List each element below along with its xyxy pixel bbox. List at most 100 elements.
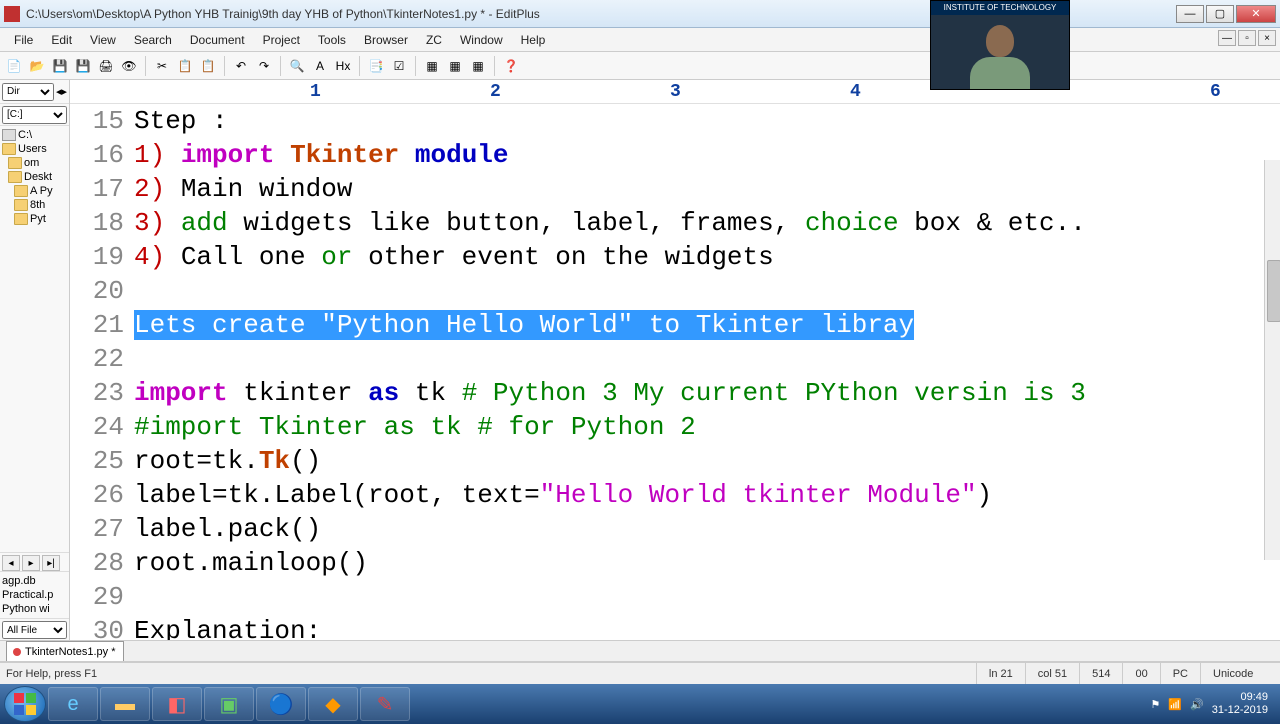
code-line[interactable]: 1) import Tkinter module bbox=[134, 138, 1280, 172]
code-line[interactable]: 3) add widgets like button, label, frame… bbox=[134, 206, 1280, 240]
sidebar-next-icon[interactable]: ▸ bbox=[61, 85, 67, 98]
line-number: 27 bbox=[70, 512, 124, 546]
toolbar-button[interactable]: 🖨 bbox=[96, 56, 116, 76]
toolbar-button[interactable]: 📄 bbox=[4, 56, 24, 76]
code-content[interactable]: Step :1) import Tkinter module2) Main wi… bbox=[134, 104, 1280, 640]
close-button[interactable]: ✕ bbox=[1236, 5, 1276, 23]
filter-dropdown[interactable]: All File bbox=[2, 621, 67, 639]
editor: 12346 15161718192021222324252627282930 S… bbox=[70, 80, 1280, 640]
nav-left-button[interactable]: ◂ bbox=[2, 555, 20, 571]
tray-network-icon[interactable]: 📶 bbox=[1168, 698, 1182, 711]
toolbar-button[interactable]: ↶ bbox=[231, 56, 251, 76]
drive-dropdown[interactable]: [C:] bbox=[2, 106, 67, 124]
toolbar-button[interactable]: 👁 bbox=[119, 56, 139, 76]
start-button[interactable] bbox=[4, 686, 46, 722]
minimize-button[interactable]: — bbox=[1176, 5, 1204, 23]
tree-item[interactable]: om bbox=[2, 156, 67, 170]
system-tray[interactable]: ⚑ 📶 🔊 09:49 31-12-2019 bbox=[1150, 691, 1276, 717]
document-tab-active[interactable]: TkinterNotes1.py * bbox=[6, 641, 124, 661]
code-line[interactable]: 4) Call one or other event on the widget… bbox=[134, 240, 1280, 274]
maximize-button[interactable]: ▢ bbox=[1206, 5, 1234, 23]
menu-file[interactable]: File bbox=[6, 31, 41, 49]
code-line[interactable] bbox=[134, 580, 1280, 614]
code-line[interactable]: import tkinter as tk # Python 3 My curre… bbox=[134, 376, 1280, 410]
file-item[interactable]: agp.db bbox=[2, 574, 67, 588]
toolbar-button[interactable]: 📑 bbox=[366, 56, 386, 76]
code-line[interactable]: label=tk.Label(root, text="Hello World t… bbox=[134, 478, 1280, 512]
toolbar-button[interactable]: 💾 bbox=[50, 56, 70, 76]
tree-item-label: Deskt bbox=[24, 171, 52, 183]
tray-clock[interactable]: 09:49 31-12-2019 bbox=[1212, 691, 1268, 717]
menu-window[interactable]: Window bbox=[452, 31, 511, 49]
vertical-scrollbar[interactable] bbox=[1264, 160, 1280, 560]
menu-search[interactable]: Search bbox=[126, 31, 180, 49]
code-area[interactable]: 15161718192021222324252627282930 Step :1… bbox=[70, 104, 1280, 640]
tray-time: 09:49 bbox=[1212, 691, 1268, 704]
task-ie[interactable]: e bbox=[48, 687, 98, 721]
dir-dropdown[interactable]: Dir bbox=[2, 83, 54, 101]
toolbar-button[interactable]: 📋 bbox=[175, 56, 195, 76]
code-line[interactable]: Lets create "Python Hello World" to Tkin… bbox=[134, 308, 1280, 342]
code-line[interactable]: #import Tkinter as tk # for Python 2 bbox=[134, 410, 1280, 444]
menu-project[interactable]: Project bbox=[255, 31, 308, 49]
menu-view[interactable]: View bbox=[82, 31, 124, 49]
toolbar-button[interactable]: 📋 bbox=[198, 56, 218, 76]
menu-tools[interactable]: Tools bbox=[310, 31, 354, 49]
toolbar-button[interactable]: 💾 bbox=[73, 56, 93, 76]
nav-end-button[interactable]: ▸| bbox=[42, 555, 60, 571]
menu-browser[interactable]: Browser bbox=[356, 31, 416, 49]
toolbar-button[interactable]: ▦ bbox=[468, 56, 488, 76]
sidebar-filter: All File bbox=[0, 618, 69, 640]
toolbar-button[interactable]: 📂 bbox=[27, 56, 47, 76]
sidebar-prev-icon[interactable]: ◂ bbox=[54, 85, 62, 98]
status-bar: For Help, press F1 ln 21 col 51 514 00 P… bbox=[0, 662, 1280, 684]
toolbar-button[interactable]: 🔍 bbox=[287, 56, 307, 76]
tray-volume-icon[interactable]: 🔊 bbox=[1190, 698, 1204, 711]
tree-item[interactable]: C:\ bbox=[2, 128, 67, 142]
toolbar-button[interactable]: ☑ bbox=[389, 56, 409, 76]
tree-item[interactable]: Users bbox=[2, 142, 67, 156]
code-line[interactable]: root=tk.Tk() bbox=[134, 444, 1280, 478]
mdi-close-button[interactable]: × bbox=[1258, 30, 1276, 46]
toolbar-button[interactable]: ▦ bbox=[422, 56, 442, 76]
tree-item-label: Users bbox=[18, 143, 47, 155]
menu-document[interactable]: Document bbox=[182, 31, 253, 49]
task-app1[interactable]: ◧ bbox=[152, 687, 202, 721]
menu-edit[interactable]: Edit bbox=[43, 31, 80, 49]
nav-right-button[interactable]: ▸ bbox=[22, 555, 40, 571]
drive-icon bbox=[2, 129, 16, 141]
tree-item[interactable]: Pyt bbox=[2, 212, 67, 226]
tree-item[interactable]: 8th bbox=[2, 198, 67, 212]
task-explorer[interactable]: ▬ bbox=[100, 687, 150, 721]
code-line[interactable] bbox=[134, 342, 1280, 376]
toolbar-button[interactable]: ▦ bbox=[445, 56, 465, 76]
toolbar-button[interactable]: ❓ bbox=[501, 56, 521, 76]
code-line[interactable]: 2) Main window bbox=[134, 172, 1280, 206]
code-line[interactable]: Explanation: bbox=[134, 614, 1280, 640]
code-line[interactable]: root.mainloop() bbox=[134, 546, 1280, 580]
line-number: 20 bbox=[70, 274, 124, 308]
file-item[interactable]: Python wi bbox=[2, 602, 67, 616]
toolbar-button[interactable]: ✂ bbox=[152, 56, 172, 76]
tree-item-label: A Py bbox=[30, 185, 53, 197]
line-number: 30 bbox=[70, 614, 124, 640]
menu-help[interactable]: Help bbox=[513, 31, 554, 49]
task-chrome[interactable]: 🔵 bbox=[256, 687, 306, 721]
code-line[interactable]: label.pack() bbox=[134, 512, 1280, 546]
menu-zc[interactable]: ZC bbox=[418, 31, 450, 49]
task-app3[interactable]: ◆ bbox=[308, 687, 358, 721]
toolbar-button[interactable]: Hx bbox=[333, 56, 353, 76]
code-line[interactable] bbox=[134, 274, 1280, 308]
ruler-mark: 6 bbox=[1210, 82, 1221, 102]
task-app2[interactable]: ▣ bbox=[204, 687, 254, 721]
task-editplus[interactable]: ✎ bbox=[360, 687, 410, 721]
toolbar-button[interactable]: A bbox=[310, 56, 330, 76]
mdi-minimize-button[interactable]: — bbox=[1218, 30, 1236, 46]
tree-item[interactable]: A Py bbox=[2, 184, 67, 198]
mdi-restore-button[interactable]: ▫ bbox=[1238, 30, 1256, 46]
code-line[interactable]: Step : bbox=[134, 104, 1280, 138]
tray-flag-icon[interactable]: ⚑ bbox=[1150, 698, 1160, 711]
file-item[interactable]: Practical.p bbox=[2, 588, 67, 602]
toolbar-button[interactable]: ↷ bbox=[254, 56, 274, 76]
tree-item[interactable]: Deskt bbox=[2, 170, 67, 184]
